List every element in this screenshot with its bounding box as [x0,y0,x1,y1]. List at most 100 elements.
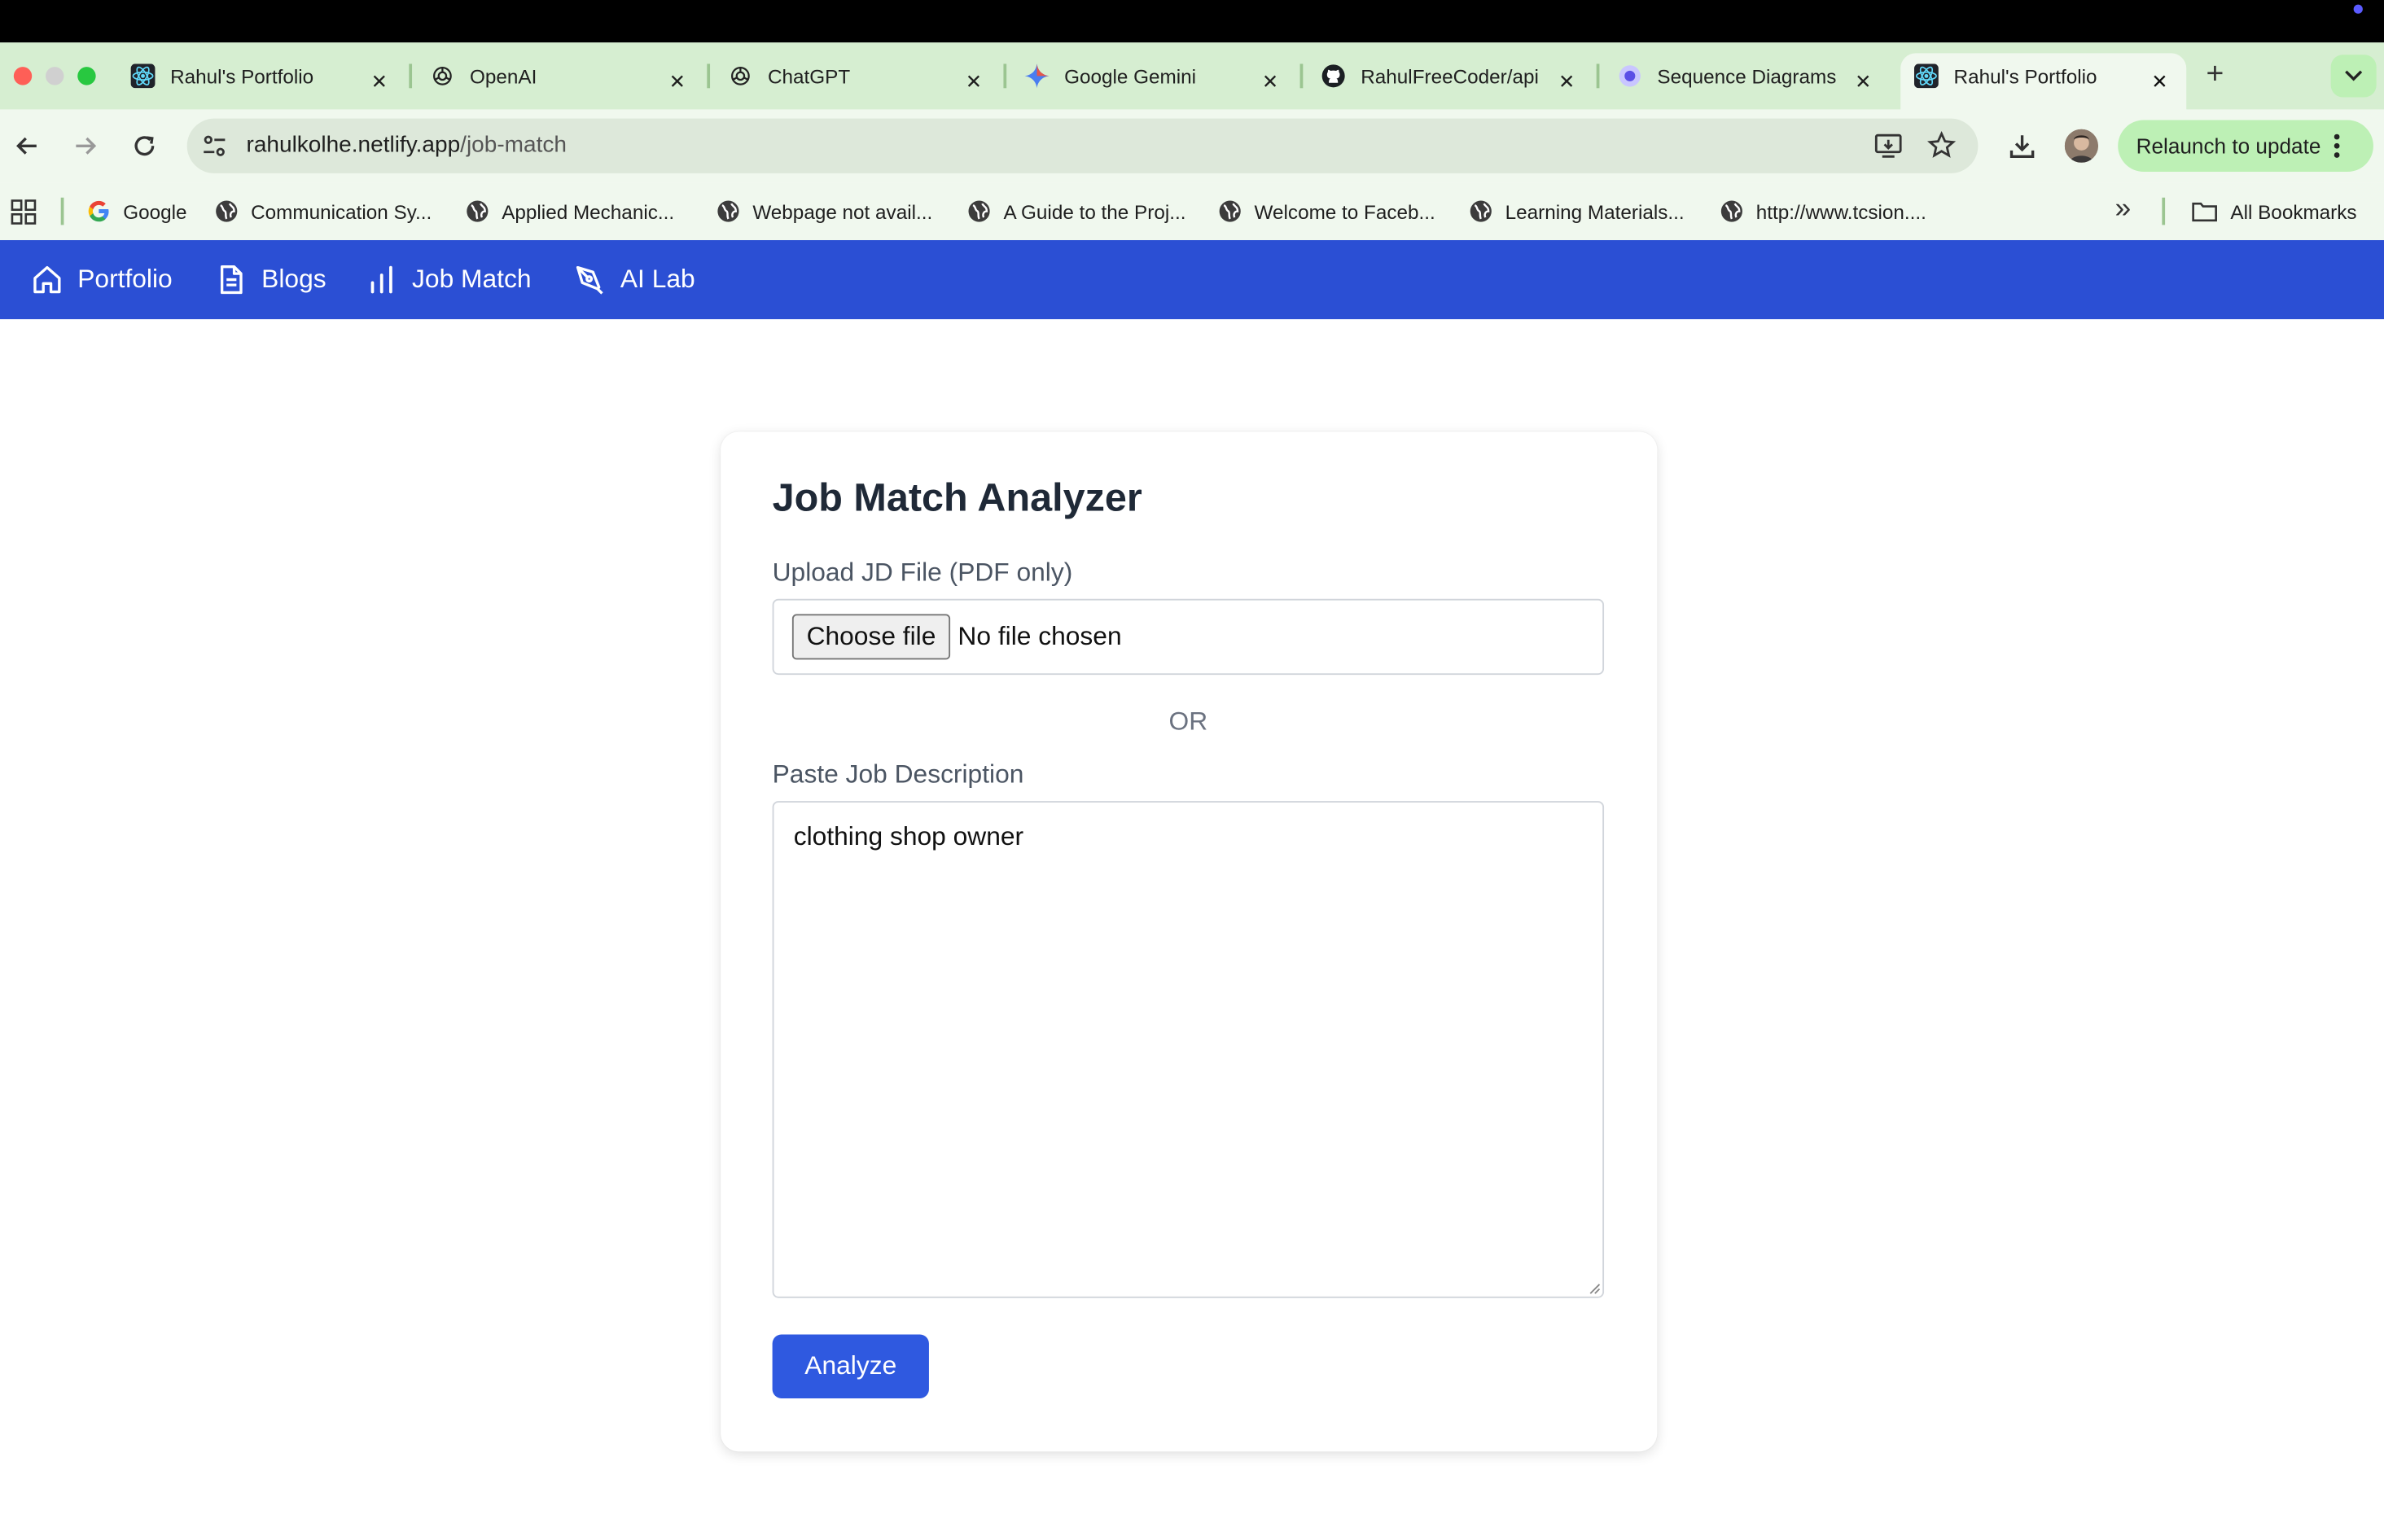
bookmark-label: A Guide to the Proj... [1003,199,1186,223]
gemini-icon [1024,63,1050,89]
page-title: Job Match Analyzer [772,474,1142,520]
tab-title: OpenAI [470,64,537,88]
bookmark-label: http://www.tcsion.... [1755,199,1926,223]
all-bookmarks[interactable]: All Bookmarks [2191,198,2357,225]
tab-separator [409,63,413,89]
tab-rahuls-portfolio-active[interactable]: Rahul's Portfolio [1913,55,2151,97]
globe-icon [968,200,990,222]
tab-google-gemini[interactable]: Google Gemini [1024,55,1262,97]
resize-grip-icon[interactable] [1586,1280,1602,1295]
tab-title: ChatGPT [768,64,851,88]
tab-close-icon[interactable]: ✕ [966,61,982,103]
tab-title: RahulFreeCoder/api [1361,64,1539,88]
bookmark-google[interactable]: Google [86,198,187,225]
forward-icon[interactable] [70,131,100,161]
nav-ai-lab[interactable]: AI Lab [573,258,695,300]
tab-title: Rahul's Portfolio [170,64,314,88]
upload-label: Upload JD File (PDF only) [772,558,1073,587]
bookmark-webpage-not-available[interactable]: Webpage not avail... [717,198,933,225]
bookmark-label: Webpage not avail... [752,199,933,223]
minimize-window-button[interactable] [46,67,64,85]
site-settings-icon[interactable] [200,132,228,160]
nav-blogs[interactable]: Blogs [214,258,326,300]
tab-title: Rahul's Portfolio [1953,64,2097,88]
bookmark-facebook[interactable]: Welcome to Faceb... [1218,198,1435,225]
reload-icon[interactable] [129,131,160,161]
close-window-button[interactable] [13,67,33,85]
bookmark-label: Google [123,199,187,223]
bar-chart-icon [370,265,392,294]
all-bookmarks-label: All Bookmarks [2230,199,2357,223]
openai-icon [728,63,752,88]
folder-icon [2192,202,2217,222]
new-tab-button[interactable]: + [2207,58,2224,93]
bookmark-learning-materials[interactable]: Learning Materials... [1469,198,1685,225]
downloads-icon[interactable] [2007,131,2037,161]
bookmark-guide[interactable]: A Guide to the Proj... [967,198,1186,225]
globe-icon [216,200,238,222]
tab-openai[interactable]: OpenAI [430,55,667,97]
install-app-icon[interactable] [1873,131,1904,161]
tab-github[interactable]: RahulFreeCoder/api [1321,55,1540,97]
back-icon[interactable] [12,131,42,161]
relaunch-label: Relaunch to update [2136,133,2321,159]
chevron-down-icon [2345,70,2363,81]
tab-separator [1596,63,1600,89]
tab-close-icon[interactable]: ✕ [669,61,686,103]
google-icon [88,200,109,222]
tab-rahuls-portfolio[interactable]: Rahul's Portfolio [130,55,368,97]
bookmark-label: Welcome to Faceb... [1254,199,1435,223]
maximize-window-button[interactable] [77,67,96,85]
nav-job-match[interactable]: Job Match [365,258,532,300]
nav-portfolio[interactable]: Portfolio [30,258,173,300]
relaunch-button[interactable]: Relaunch to update [2118,120,2373,173]
choose-file-button[interactable]: Choose file [791,614,951,660]
openai-icon [430,63,454,88]
bookmark-communication[interactable]: Communication Sy... [214,198,432,225]
tab-separator [1003,63,1007,89]
url-text: rahulkolhe.netlify.app/job-match [247,132,567,158]
bookmark-label: Applied Mechanic... [502,199,675,223]
url-path: /job-match [460,132,567,159]
nav-label: Blogs [261,264,326,294]
tab-separator [707,63,711,89]
nav-label: Portfolio [77,264,173,294]
tab-close-icon[interactable]: ✕ [1855,61,1871,103]
bookmark-label: Communication Sy... [251,199,432,223]
bookmarks-separator [2162,197,2166,225]
tab-chatgpt[interactable]: ChatGPT [728,55,965,97]
pen-tool-icon [576,265,603,295]
bookmark-star-icon[interactable] [1926,130,1957,161]
globe-icon [1219,200,1241,222]
bookmarks-overflow-icon[interactable]: » [2114,193,2131,226]
job-description-textarea[interactable]: clothing shop owner [772,801,1605,1298]
profile-avatar[interactable] [2064,129,2098,163]
nav-label: AI Lab [620,264,695,294]
screen-top-bar [0,0,2384,43]
document-icon [220,265,243,295]
tab-close-icon[interactable]: ✕ [371,61,388,103]
tab-close-icon[interactable]: ✕ [2151,61,2167,103]
tab-search-button[interactable] [2330,55,2377,98]
globe-icon [1470,200,1492,222]
github-icon [1321,63,1346,88]
nav-label: Job Match [412,264,532,294]
apps-grid-icon[interactable] [11,199,37,225]
tab-title: Google Gemini [1064,64,1197,88]
url-host: rahulkolhe.netlify.app [246,132,461,159]
tab-separator [1299,63,1304,89]
home-icon [33,265,61,294]
tab-close-icon[interactable]: ✕ [1558,61,1575,103]
tab-sequence-diagrams[interactable]: Sequence Diagrams [1618,55,1837,97]
tab-close-icon[interactable]: ✕ [1262,61,1278,103]
app-navbar [0,240,2384,320]
more-menu-icon [2334,133,2341,158]
globe-icon [467,200,489,222]
bookmark-tcsion[interactable]: http://www.tcsion.... [1720,198,1926,225]
analyze-button[interactable]: Analyze [772,1334,929,1398]
or-divider: OR [1168,707,1208,736]
react-icon [1913,63,1939,89]
diagram-icon [1618,63,1642,88]
bookmark-applied-mechanics[interactable]: Applied Mechanic... [465,198,674,225]
bookmarks-separator [60,197,64,225]
